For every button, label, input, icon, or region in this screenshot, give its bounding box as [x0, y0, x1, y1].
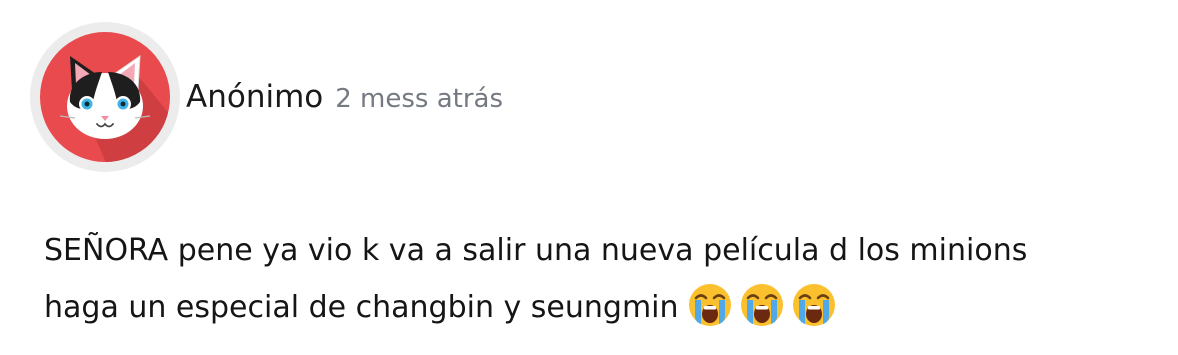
comment-header: Anónimo 2 mess atrás: [30, 22, 503, 172]
comment-body-line-1: SEÑORA pene ya vio k va a salir una nuev…: [44, 233, 1028, 268]
author-name[interactable]: Anónimo: [186, 79, 323, 115]
loudly-crying-face-icon: [739, 282, 785, 328]
cat-avatar-icon: [40, 32, 170, 162]
comment-meta: Anónimo 2 mess atrás: [186, 79, 503, 115]
timestamp: 2 mess atrás: [335, 84, 504, 114]
emoji-group: [687, 282, 837, 328]
comment-card: Anónimo 2 mess atrás SEÑORA pene ya vio …: [0, 0, 1178, 355]
loudly-crying-face-icon: [687, 282, 733, 328]
comment-body-line-2-wrap: haga un especial de changbin y seungmin: [44, 279, 1154, 336]
loudly-crying-face-icon: [791, 282, 837, 328]
comment-body-line-2: haga un especial de changbin y seungmin: [44, 290, 679, 325]
avatar[interactable]: [30, 22, 180, 172]
comment-body: SEÑORA pene ya vio k va a salir una nuev…: [44, 222, 1154, 336]
